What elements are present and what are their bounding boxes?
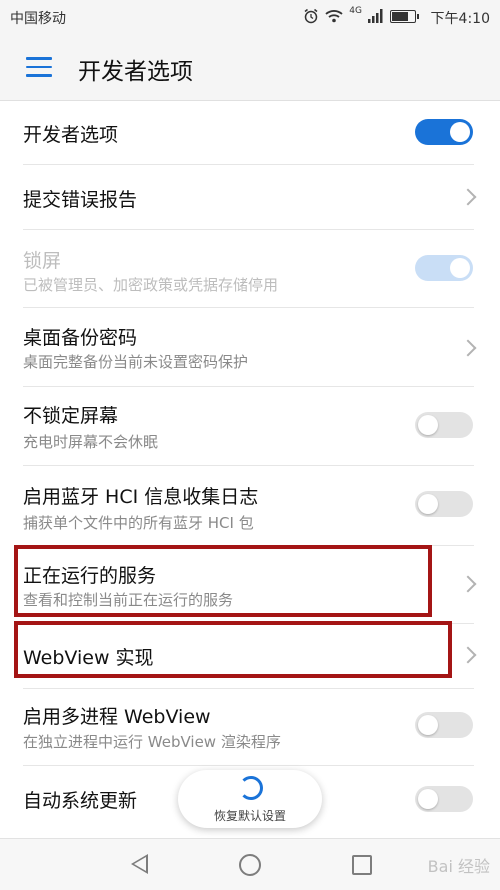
signal-icon (368, 9, 383, 23)
battery-icon (390, 9, 419, 23)
status-bar: 中国移动 4G 下午4:10 (0, 0, 500, 34)
menu-icon[interactable] (26, 57, 52, 77)
chevron-right-icon (459, 339, 477, 357)
app-bar: 开发者选项 (0, 34, 500, 101)
stay-awake-toggle[interactable] (415, 412, 473, 438)
highlight-box-webview (14, 621, 452, 678)
setting-multiprocess-webview[interactable]: 启用多进程 WebView 在独立进程中运行 WebView 渲染程序 (0, 689, 500, 765)
restore-defaults-label: 恢复默认设置 (213, 809, 286, 823)
setting-bluetooth-hci-log[interactable]: 启用蓝牙 HCI 信息收集日志 捕获单个文件中的所有蓝牙 HCI 包 (0, 466, 500, 545)
restore-defaults-button[interactable]: 恢复默认设置 (178, 770, 322, 828)
setting-sublabel: 充电时屏幕不会休眠 (23, 433, 159, 451)
setting-label: 不锁定屏幕 (23, 405, 119, 427)
recents-icon[interactable] (352, 855, 372, 875)
setting-label: 锁屏 (23, 250, 62, 272)
setting-label: 启用蓝牙 HCI 信息收集日志 (23, 486, 259, 508)
page-title: 开发者选项 (78, 59, 193, 85)
setting-screen-lock: 锁屏 已被管理员、加密政策或凭据存储停用 (0, 230, 500, 307)
setting-desktop-backup-password[interactable]: 桌面备份密码 桌面完整备份当前未设置密码保护 (0, 308, 500, 386)
chevron-right-icon (459, 575, 477, 593)
clock: 下午4:10 (430, 11, 490, 27)
back-icon[interactable] (131, 854, 148, 874)
setting-label: 提交错误报告 (23, 189, 138, 211)
refresh-icon (239, 776, 263, 800)
navigation-bar: Bai 经验 (0, 838, 500, 890)
setting-developer-options[interactable]: 开发者选项 (0, 100, 500, 164)
setting-submit-bug-report[interactable]: 提交错误报告 (0, 165, 500, 229)
home-icon[interactable] (239, 854, 261, 876)
status-icons: 4G (303, 6, 419, 24)
watermark: Bai 经验 (427, 857, 490, 876)
auto-system-update-toggle[interactable] (415, 786, 473, 812)
setting-sublabel: 在独立进程中运行 WebView 渲染程序 (23, 733, 281, 751)
setting-sublabel: 已被管理员、加密政策或凭据存储停用 (23, 276, 279, 294)
network-type-label: 4G (349, 6, 362, 16)
setting-sublabel: 捕获单个文件中的所有蓝牙 HCI 包 (23, 514, 254, 532)
multiprocess-webview-toggle[interactable] (415, 712, 473, 738)
screen-lock-toggle (415, 255, 473, 281)
setting-label: 桌面备份密码 (23, 327, 138, 349)
highlight-box-running-services (14, 545, 432, 617)
developer-options-toggle[interactable] (415, 119, 473, 145)
carrier-name: 中国移动 (10, 11, 66, 27)
setting-label: 开发者选项 (23, 124, 119, 146)
alarm-icon (304, 8, 318, 24)
setting-stay-awake[interactable]: 不锁定屏幕 充电时屏幕不会休眠 (0, 387, 500, 465)
setting-label: 自动系统更新 (23, 790, 138, 812)
chevron-right-icon (459, 188, 477, 206)
bluetooth-hci-log-toggle[interactable] (415, 491, 473, 517)
setting-label: 启用多进程 WebView (23, 706, 211, 728)
wifi-icon (325, 10, 343, 23)
chevron-right-icon (459, 646, 477, 664)
setting-sublabel: 桌面完整备份当前未设置密码保护 (23, 353, 249, 371)
